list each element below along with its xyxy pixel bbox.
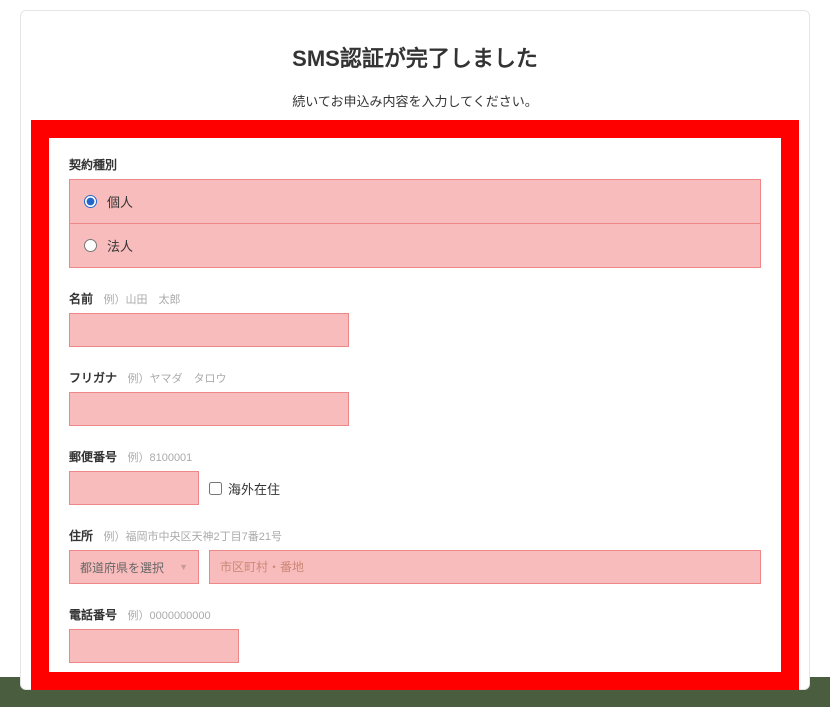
- field-phone: 電話番号 例）0000000000: [69, 606, 761, 663]
- phone-hint: 例）0000000000: [127, 610, 210, 622]
- phone-input[interactable]: [69, 629, 239, 663]
- radio-individual[interactable]: 個人: [70, 180, 760, 224]
- radio-corporate-input[interactable]: [84, 239, 97, 252]
- form-card: SMS認証が完了しました 続いてお申込み内容を入力してください。 契約種別 個人…: [20, 10, 810, 690]
- address-city-input[interactable]: [209, 550, 761, 584]
- postal-hint: 例）8100001: [127, 452, 192, 464]
- prefecture-placeholder: 都道府県を選択: [80, 559, 164, 576]
- name-hint: 例）山田 太郎: [103, 294, 180, 306]
- furigana-input[interactable]: [69, 392, 349, 426]
- page-title: SMS認証が完了しました: [21, 41, 809, 73]
- contract-type-label: 契約種別: [69, 156, 117, 173]
- furigana-hint: 例）ヤマダ タロウ: [127, 373, 226, 385]
- prefecture-select[interactable]: 都道府県を選択 ▼: [69, 550, 199, 584]
- name-input[interactable]: [69, 313, 349, 347]
- field-postal: 郵便番号 例）8100001 海外在住: [69, 448, 761, 505]
- address-hint: 例）福岡市中央区天神2丁目7番21号: [103, 531, 281, 543]
- radio-corporate-label: 法人: [107, 236, 133, 255]
- postal-input[interactable]: [69, 471, 199, 505]
- furigana-label: フリガナ: [69, 369, 117, 386]
- field-name: 名前 例）山田 太郎: [69, 290, 761, 347]
- overseas-label: 海外在住: [228, 479, 280, 498]
- field-contract-type: 契約種別 個人 法人: [69, 156, 761, 268]
- page-subtitle: 続いてお申込み内容を入力してください。: [21, 91, 809, 110]
- name-label: 名前: [69, 290, 93, 307]
- postal-label: 郵便番号: [69, 448, 117, 465]
- contract-type-radio-group: 個人 法人: [69, 179, 761, 268]
- overseas-checkbox-row[interactable]: 海外在住: [209, 479, 280, 498]
- form-highlight-box: 契約種別 個人 法人 名前 例）山田 太郎 フリガナ 例）: [31, 120, 799, 690]
- address-label: 住所: [69, 527, 93, 544]
- field-address: 住所 例）福岡市中央区天神2丁目7番21号 都道府県を選択 ▼: [69, 527, 761, 584]
- radio-corporate[interactable]: 法人: [70, 224, 760, 267]
- radio-individual-input[interactable]: [84, 195, 97, 208]
- overseas-checkbox[interactable]: [209, 482, 222, 495]
- chevron-down-icon: ▼: [179, 562, 188, 572]
- field-furigana: フリガナ 例）ヤマダ タロウ: [69, 369, 761, 426]
- phone-label: 電話番号: [69, 606, 117, 623]
- radio-individual-label: 個人: [107, 192, 133, 211]
